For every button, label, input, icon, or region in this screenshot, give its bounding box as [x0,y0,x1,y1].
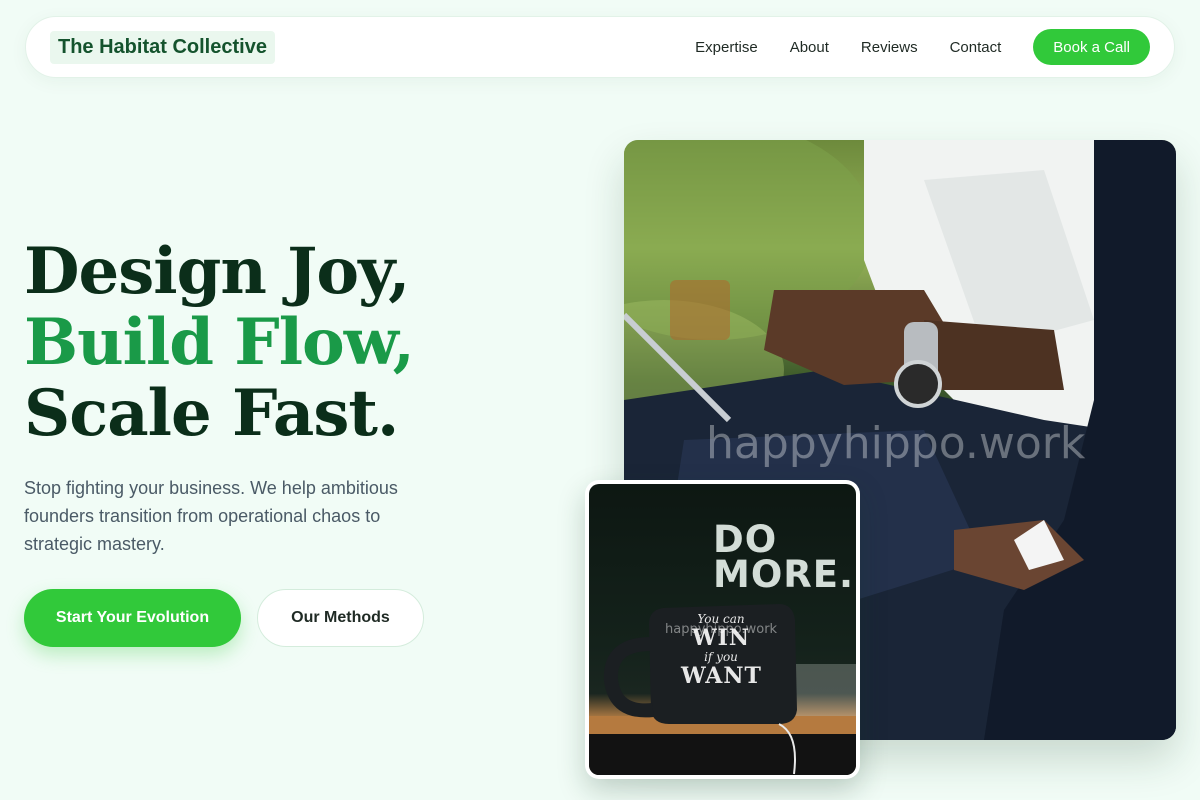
poster-line-1: DO [713,518,778,561]
mug-photo-card: DO MORE. You can WIN if you WANT happyhi… [585,480,860,779]
our-methods-button[interactable]: Our Methods [257,589,424,647]
hero-title-line-3: Scale Fast. [24,376,399,451]
hero-title-line-1: Design Joy, [24,234,410,309]
nav-links: Expertise About Reviews Contact Book a C… [695,29,1150,65]
hero-title: Design Joy, Build Flow, Scale Fast. [24,234,415,451]
mug-line-3: if you [704,650,738,664]
book-a-call-button[interactable]: Book a Call [1033,29,1150,65]
mug-text: You can WIN if you WANT [681,612,761,688]
hero-title-line-2: Build Flow, [24,305,415,380]
nav-link-reviews[interactable]: Reviews [861,39,918,56]
mug-line-4: WANT [681,663,762,689]
poster-text: DO MORE. [713,518,855,596]
nav-link-about[interactable]: About [790,39,829,56]
start-your-evolution-button[interactable]: Start Your Evolution [24,589,241,647]
mug-line-2: WIN [691,625,751,651]
hero-subtitle: Stop fighting your business. We help amb… [24,478,398,554]
landing-page: The Habitat Collective Expertise About R… [0,0,1200,800]
mug-photo: DO MORE. You can WIN if you WANT happyhi… [589,484,856,775]
nav-link-expertise[interactable]: Expertise [695,39,758,56]
poster-line-2: MORE. [713,553,855,596]
mug-line-1: You can [697,612,745,626]
top-navbar: The Habitat Collective Expertise About R… [25,16,1175,78]
brand-logo[interactable]: The Habitat Collective [50,30,275,64]
nav-link-contact[interactable]: Contact [950,39,1002,56]
